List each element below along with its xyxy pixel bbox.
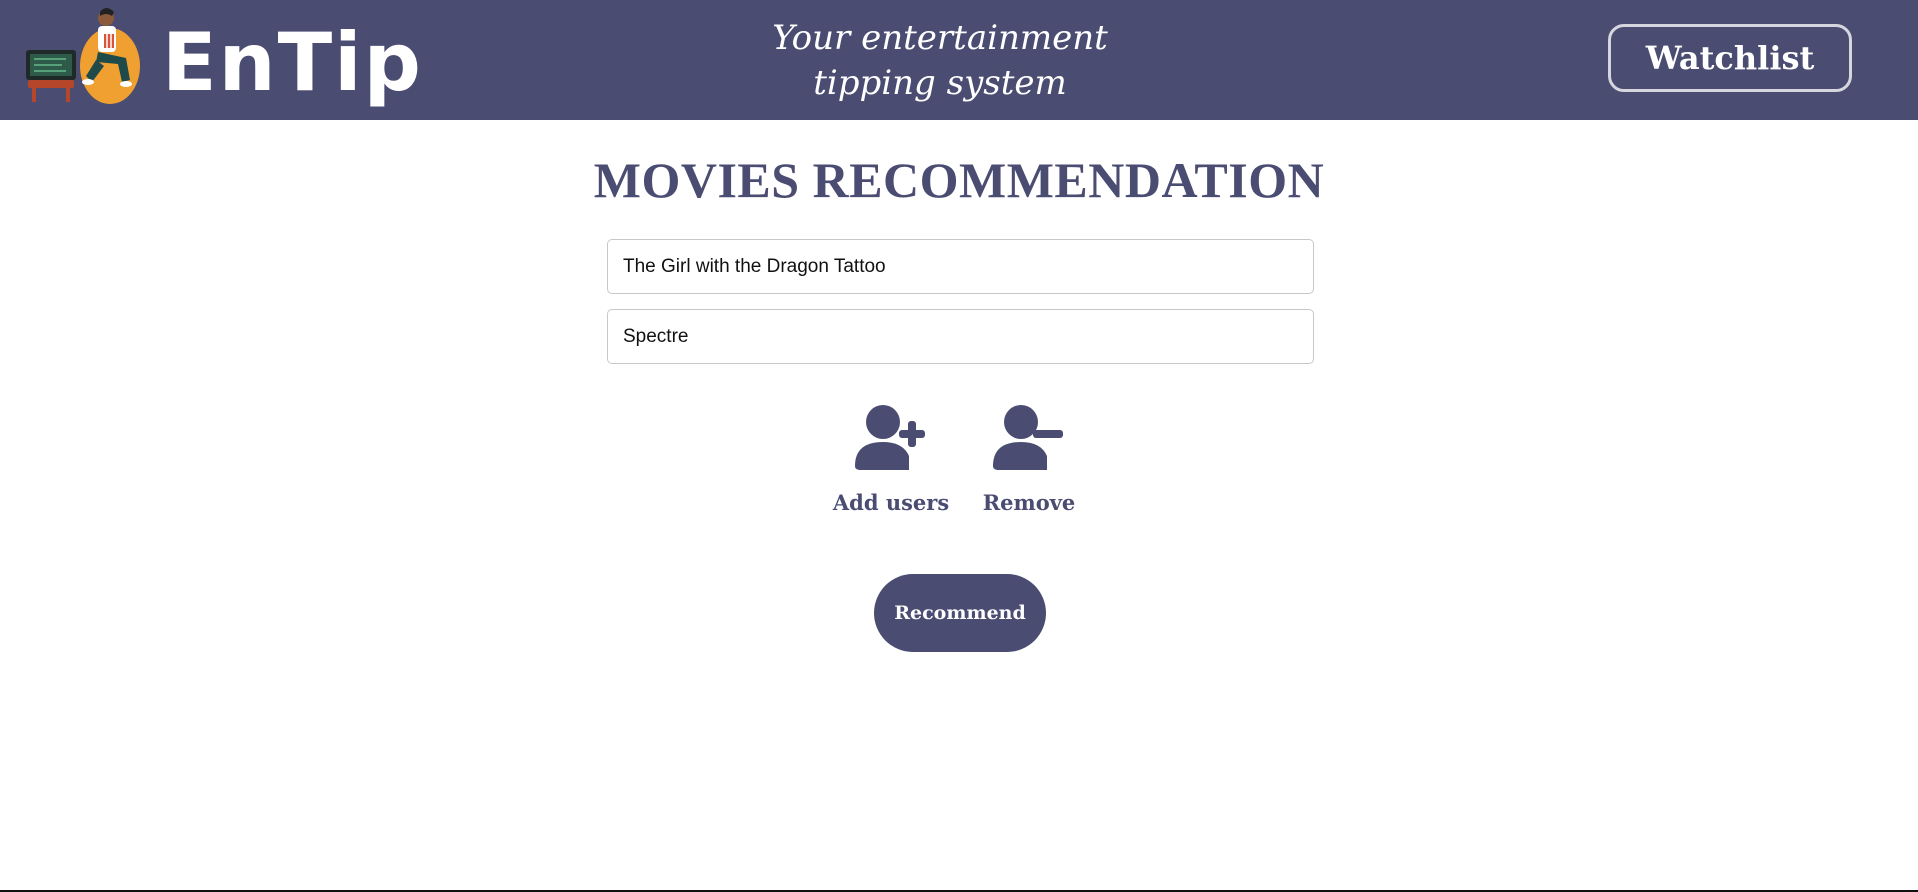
movie-input-1[interactable]	[607, 239, 1314, 294]
tagline-line-1: Your entertainment	[772, 18, 1108, 58]
user-plus-icon	[855, 405, 925, 470]
person-on-beanbag-watching-tv-icon	[26, 8, 140, 104]
tagline-line-2: tipping system	[813, 63, 1067, 103]
watchlist-button[interactable]: Watchlist	[1608, 24, 1852, 92]
page-title: MOVIES RECOMMENDATION	[593, 152, 1325, 208]
add-users-button[interactable]: Add users	[821, 404, 961, 524]
tagline: Your entertainment tipping system	[760, 16, 1120, 106]
user-minus-icon	[993, 405, 1063, 470]
brand-name: EnTip	[162, 16, 423, 109]
remove-button[interactable]: Remove	[959, 404, 1099, 524]
recommend-button[interactable]: Recommend	[874, 574, 1046, 652]
add-users-label: Add users	[832, 490, 950, 515]
page: EnTip Your entertainment tipping system …	[0, 0, 1918, 892]
header-bar: EnTip Your entertainment tipping system …	[0, 0, 1918, 120]
remove-label: Remove	[982, 490, 1076, 515]
movie-input-2[interactable]	[607, 309, 1314, 364]
logo[interactable]: EnTip	[26, 4, 421, 112]
